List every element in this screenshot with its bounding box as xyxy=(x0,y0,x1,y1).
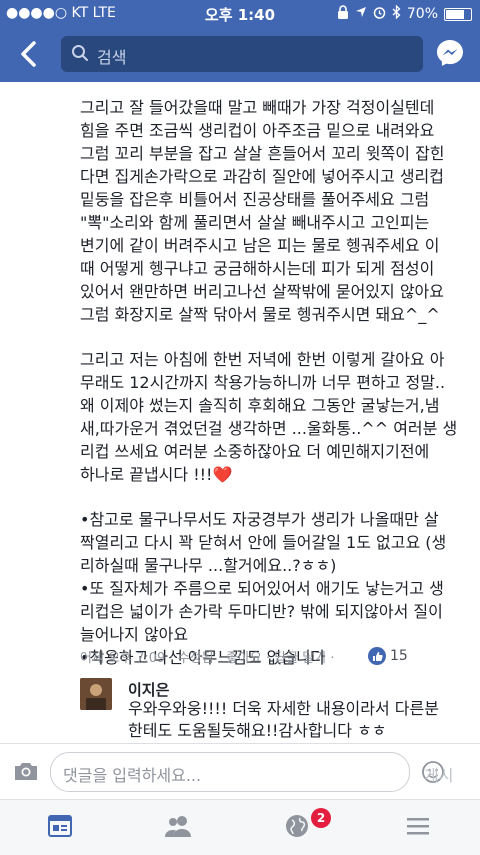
thumbs-up-icon xyxy=(368,647,386,665)
notifications-globe-icon[interactable] xyxy=(283,812,313,842)
comment-meta[interactable]: 어제 오후 7:09 · 수정됨 · 좋아요 · 답글 달기 · xyxy=(80,647,335,666)
bottom-tab-bar xyxy=(0,799,480,855)
bluetooth-icon xyxy=(392,4,401,23)
post-body: 그리고 잘 들어갔을때 말고 빼때가 가장 걱정이실텐데 힘을 주면 조금씩 생… xyxy=(80,96,470,691)
camera-icon[interactable] xyxy=(13,760,39,786)
search-icon xyxy=(71,44,89,66)
battery-percent: 70% xyxy=(406,6,438,22)
avatar[interactable] xyxy=(80,678,112,710)
search-placeholder: 검색 xyxy=(97,48,127,67)
back-button[interactable] xyxy=(14,36,44,72)
comment-placeholder: 댓글을 입력하세요... xyxy=(63,766,202,785)
post-paragraph-1: 그리고 잘 들어갔을때 말고 빼때가 가장 걱정이실텐데 힘을 주면 조금씩 생… xyxy=(80,98,445,324)
status-right: 70% xyxy=(337,4,472,23)
status-bar: ●●●●○ KT LTE 오후 1:40 70% xyxy=(0,0,480,27)
reply-text: 우와우와웅!!!! 더욱 자세한 내용이라서 다른분 한테도 도움될듯해요!!감… xyxy=(128,699,439,740)
top-navbar: 검색 xyxy=(0,27,480,82)
lock-rotation-icon xyxy=(337,5,349,23)
like-count: 15 xyxy=(390,648,408,664)
friends-icon[interactable] xyxy=(163,812,193,842)
comment-composer: 댓글을 입력하세요... 게시 xyxy=(0,743,480,800)
alarm-icon xyxy=(373,6,386,23)
location-icon xyxy=(355,6,367,22)
like-summary[interactable]: 15 xyxy=(368,647,408,665)
post-paragraph-3: •참고로 물구나무서도 자궁경부가 생리가 나올때만 살 짝열리고 다시 꽉 닫… xyxy=(80,510,447,667)
post-comment-button[interactable]: 게시 xyxy=(424,762,453,786)
battery-icon xyxy=(444,7,472,21)
post-paragraph-2: 그리고 저는 아침에 한번 저녁에 한번 이렇게 갈아요 아 무래도 12시간까… xyxy=(80,350,458,484)
reply-author[interactable]: 이지은 xyxy=(128,679,169,700)
messenger-icon[interactable] xyxy=(435,38,465,72)
search-bar[interactable]: 검색 xyxy=(61,36,423,72)
news-feed-icon[interactable] xyxy=(46,812,76,842)
menu-icon[interactable] xyxy=(404,812,434,842)
comment-input[interactable]: 댓글을 입력하세요... xyxy=(50,752,444,792)
notification-badge: 2 xyxy=(311,808,331,828)
